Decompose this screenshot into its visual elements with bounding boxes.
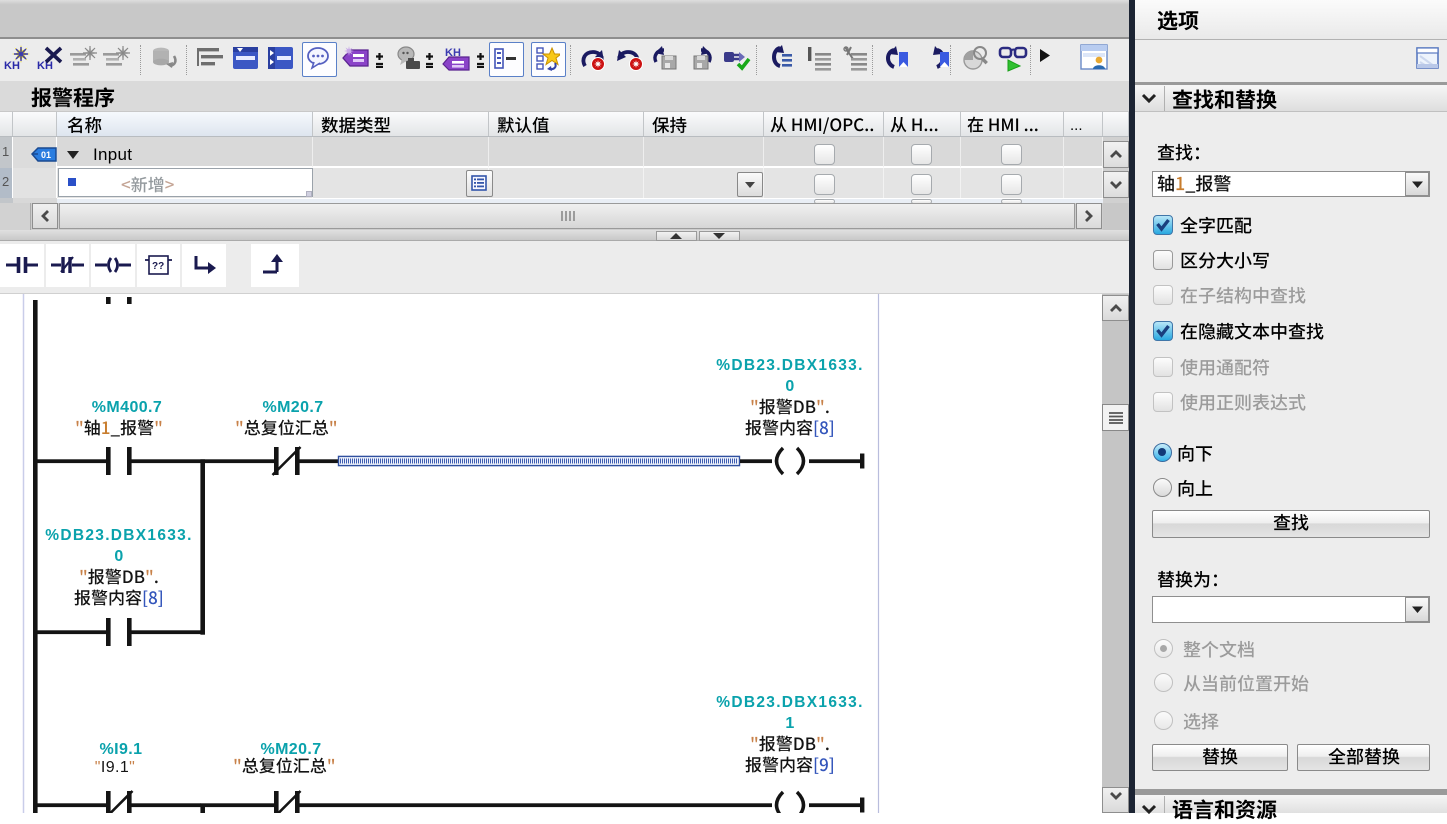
svg-text:01: 01	[41, 150, 51, 160]
svg-text:??: ??	[152, 261, 164, 272]
svg-text:KH: KH	[37, 60, 53, 71]
svg-text:KH: KH	[4, 60, 20, 71]
